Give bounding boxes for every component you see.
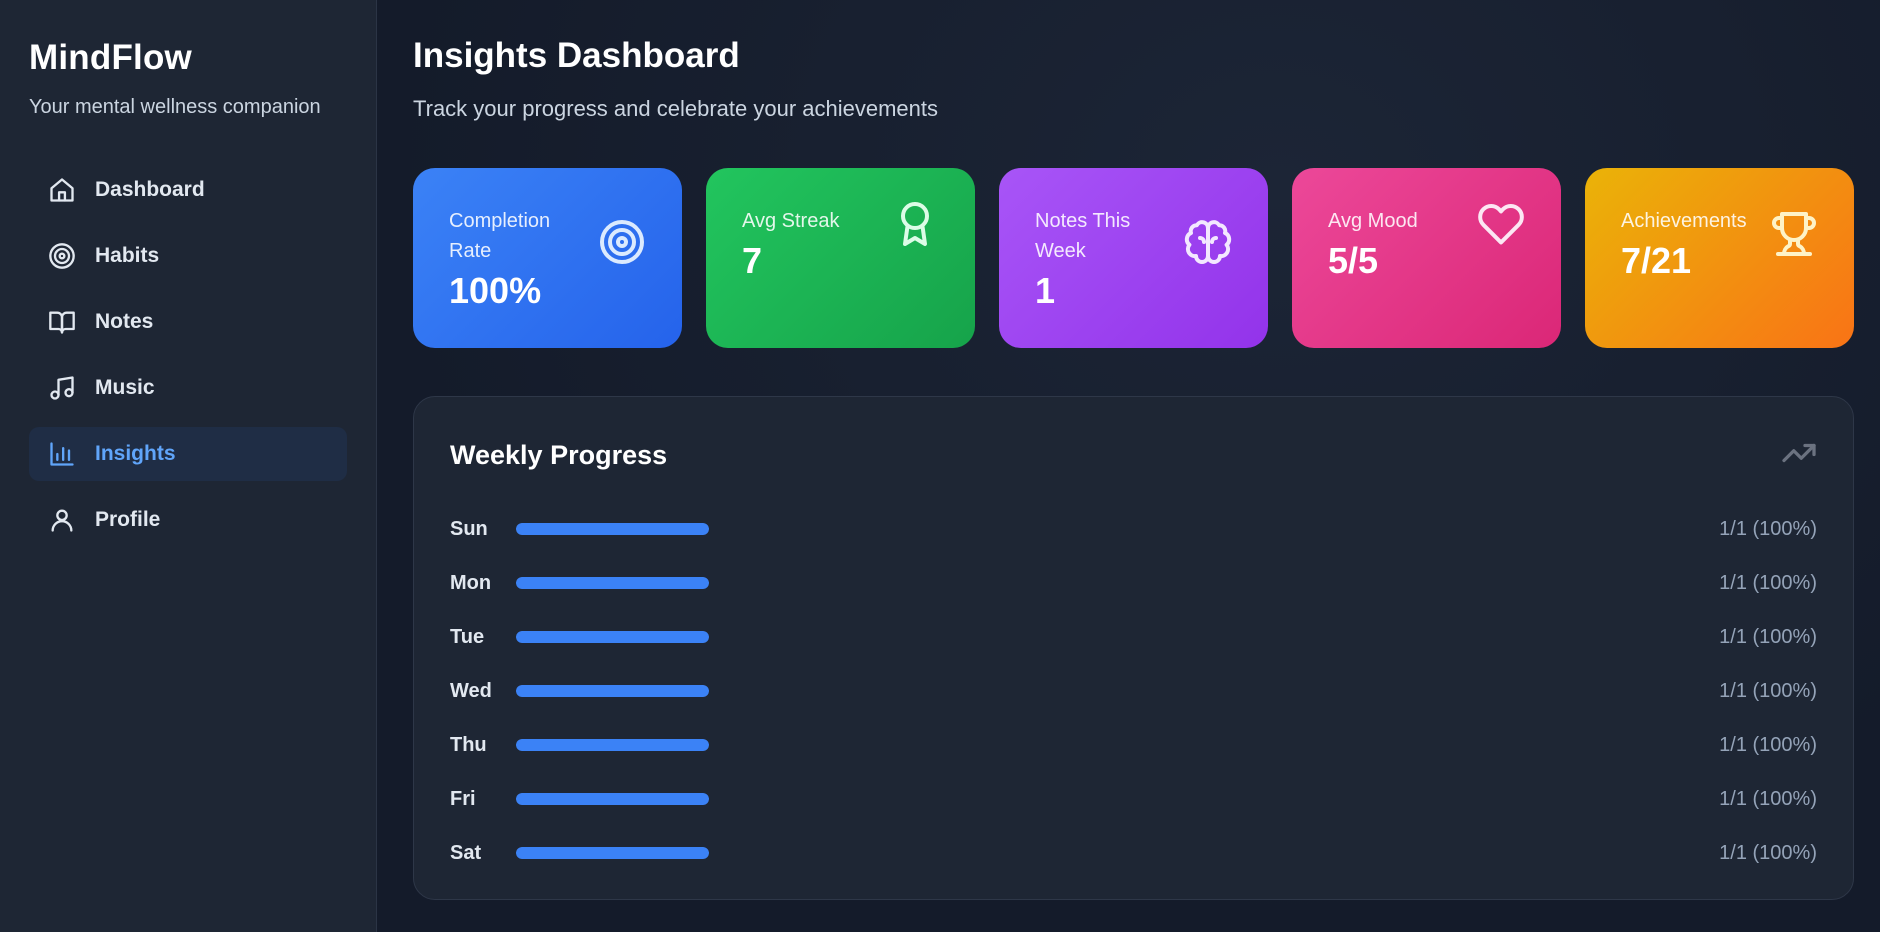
stat-label: Avg Mood	[1328, 210, 1418, 232]
sidebar-item-profile[interactable]: Profile	[29, 493, 347, 547]
day-label: Sat	[450, 841, 482, 864]
sidebar-nav: Dashboard Habits Notes Music Insights Pr…	[29, 163, 347, 547]
stat-card-notes-this-week: Notes This Week 1	[999, 168, 1268, 348]
day-label: Fri	[450, 787, 476, 810]
day-progress-value: 1/1 (100%)	[1719, 679, 1817, 702]
progress-bar-track	[516, 685, 709, 697]
sidebar-item-dashboard[interactable]: Dashboard	[29, 163, 347, 217]
weekly-progress-row: Fri 1/1 (100%)	[450, 772, 1817, 826]
weekly-progress-panel: Weekly Progress Sun 1/1 (100%) Mon 1/1 (…	[413, 396, 1854, 900]
progress-bar-fill	[516, 793, 709, 805]
stat-value: 1	[1035, 270, 1056, 311]
day-progress-value: 1/1 (100%)	[1719, 787, 1817, 810]
sidebar-item-music[interactable]: Music	[29, 361, 347, 415]
weekly-progress-row: Mon 1/1 (100%)	[450, 556, 1817, 610]
progress-bar-fill	[516, 685, 709, 697]
brand-title: MindFlow	[29, 38, 192, 77]
day-label: Thu	[450, 733, 487, 756]
stat-label: Completion Rate	[449, 210, 551, 262]
stat-label: Achievements	[1621, 210, 1747, 232]
weekly-progress-title: Weekly Progress	[450, 440, 668, 470]
app: MindFlow Your mental wellness companion …	[0, 0, 1880, 932]
stat-card-avg-streak: Avg Streak 7	[706, 168, 975, 348]
bar-chart-icon	[47, 439, 77, 469]
stat-card-achievements: Achievements 7/21	[1585, 168, 1854, 348]
weekly-progress-row: Tue 1/1 (100%)	[450, 610, 1817, 664]
sidebar-item-label: Habits	[95, 244, 160, 267]
progress-bar-track	[516, 847, 709, 859]
sidebar-item-label: Music	[95, 376, 155, 399]
sidebar-item-label: Notes	[95, 310, 154, 333]
sidebar: MindFlow Your mental wellness companion …	[0, 0, 377, 932]
brand-tagline: Your mental wellness companion	[29, 96, 321, 118]
weekly-progress-rows: Sun 1/1 (100%) Mon 1/1 (100%) Tue 1/1 (1…	[450, 502, 1817, 880]
sidebar-item-notes[interactable]: Notes	[29, 295, 347, 349]
stat-value: 7/21	[1621, 240, 1692, 281]
stat-label: Avg Streak	[742, 210, 840, 232]
day-label: Wed	[450, 679, 492, 702]
progress-bar-track	[516, 523, 709, 535]
progress-bar-fill	[516, 631, 709, 643]
progress-bar-track	[516, 577, 709, 589]
stats-row: Completion Rate 100% Avg Streak 7 Notes …	[413, 168, 1854, 348]
progress-bar-track	[516, 793, 709, 805]
progress-bar-fill	[516, 847, 709, 859]
weekly-progress-row: Sun 1/1 (100%)	[450, 502, 1817, 556]
day-progress-value: 1/1 (100%)	[1719, 625, 1817, 648]
user-icon	[47, 505, 77, 535]
day-progress-value: 1/1 (100%)	[1719, 733, 1817, 756]
brain-icon	[1184, 218, 1232, 348]
sidebar-item-insights[interactable]: Insights	[29, 427, 347, 481]
progress-bar-track	[516, 631, 709, 643]
home-icon	[47, 175, 77, 205]
stat-card-completion-rate: Completion Rate 100%	[413, 168, 682, 348]
page-subtitle: Track your progress and celebrate your a…	[413, 96, 938, 121]
trophy-icon	[1770, 210, 1818, 348]
weekly-progress-row: Wed 1/1 (100%)	[450, 664, 1817, 718]
music-icon	[47, 373, 77, 403]
sidebar-item-label: Insights	[95, 442, 176, 465]
target-icon	[598, 218, 646, 348]
stat-value: 7	[742, 240, 763, 281]
award-icon	[891, 200, 939, 348]
day-label: Mon	[450, 571, 492, 594]
sidebar-item-label: Profile	[95, 508, 161, 531]
heart-icon	[1477, 200, 1525, 348]
weekly-progress-row: Thu 1/1 (100%)	[450, 718, 1817, 772]
stat-label: Notes This Week	[1035, 210, 1131, 262]
page-title: Insights Dashboard	[413, 36, 740, 75]
day-progress-value: 1/1 (100%)	[1719, 571, 1817, 594]
day-label: Sun	[450, 517, 488, 540]
sidebar-item-habits[interactable]: Habits	[29, 229, 347, 283]
day-progress-value: 1/1 (100%)	[1719, 841, 1817, 864]
book-icon	[47, 307, 77, 337]
progress-bar-track	[516, 739, 709, 751]
progress-bar-fill	[516, 577, 709, 589]
stat-card-avg-mood: Avg Mood 5/5	[1292, 168, 1561, 348]
day-progress-value: 1/1 (100%)	[1719, 517, 1817, 540]
stat-value: 100%	[449, 270, 542, 311]
sidebar-item-label: Dashboard	[95, 178, 205, 201]
stat-value: 5/5	[1328, 240, 1379, 281]
weekly-progress-row: Sat 1/1 (100%)	[450, 826, 1817, 880]
progress-bar-fill	[516, 523, 709, 535]
day-label: Tue	[450, 625, 485, 648]
main-content: Insights Dashboard Track your progress a…	[377, 0, 1880, 932]
progress-bar-fill	[516, 739, 709, 751]
target-icon	[47, 241, 77, 271]
trending-up-icon	[1781, 435, 1817, 476]
